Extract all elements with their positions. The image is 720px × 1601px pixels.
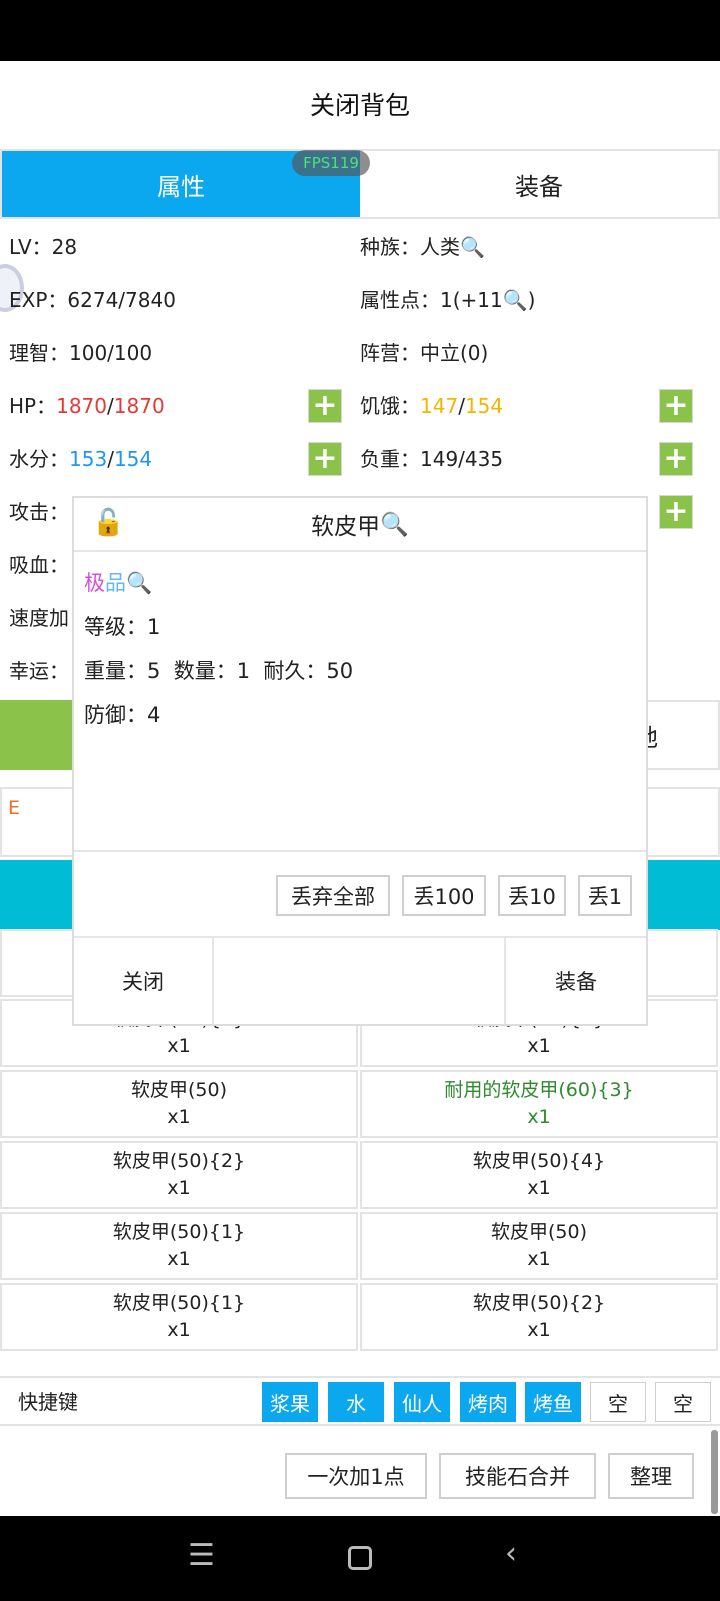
exp-stat: EXP：6274/7840 — [9, 288, 176, 312]
scrollbar[interactable] — [711, 1430, 718, 1514]
drop-100-button[interactable]: 丢100 — [402, 875, 486, 916]
item-cell[interactable]: 软皮甲(50) x1 — [360, 1212, 718, 1280]
skill-stone-merge-button[interactable]: 技能石合并 — [439, 1453, 596, 1499]
item-cell[interactable]: 软皮甲(50){4} x1 — [360, 1141, 718, 1209]
quick-slot-cactus[interactable]: 仙人 — [394, 1382, 450, 1422]
sanity-stat: 理智：100/100 — [9, 341, 153, 365]
water-plus-button[interactable]: + — [308, 442, 342, 476]
quick-slot-berry[interactable]: 浆果 — [262, 1382, 318, 1422]
search-icon[interactable]: 🔍 — [126, 571, 152, 595]
search-icon[interactable]: 🔍 — [460, 235, 485, 259]
water-stat: 水分：153/154 — [9, 447, 153, 471]
close-bag-title[interactable]: 关闭背包 — [0, 61, 720, 147]
close-button[interactable]: 关闭 — [74, 938, 214, 1024]
defense-line: 防御：4 — [84, 703, 161, 727]
fps-badge: FPS119 — [292, 150, 370, 176]
quickbar-label: 快捷键 — [18, 1390, 78, 1414]
hp-plus-button[interactable]: + — [308, 389, 342, 423]
speed-label: 速度加 — [9, 606, 69, 630]
item-cell[interactable]: 软皮甲(50){1}x1 — [0, 1212, 358, 1280]
lifesteal-label: 吸血： — [9, 553, 69, 577]
lv-stat: LV：28 — [9, 235, 78, 259]
hunger-plus-button[interactable]: + — [659, 389, 693, 423]
weight-line: 重量：5 数量：1 耐久：50 — [84, 659, 354, 683]
load-plus-button[interactable]: + — [659, 442, 693, 476]
drop-1-button[interactable]: 丢1 — [578, 875, 632, 916]
add-one-point-button[interactable]: 一次加1点 — [285, 1453, 427, 1499]
item-dialog: 软皮甲 🔍 🔓 极品🔍 等级：1 重量：5 数量：1 耐久：50 防御：4 丢弃全… — [72, 496, 648, 1026]
quick-slot-meat[interactable]: 烤肉 — [460, 1382, 516, 1422]
attribute-points-stat: 属性点：1(+11🔍) — [360, 288, 536, 312]
hp-stat: HP：1870/1870 — [9, 394, 165, 418]
sort-button[interactable]: 整理 — [608, 1453, 694, 1499]
equip-button[interactable]: 装备 — [504, 938, 646, 1024]
status-bar — [0, 0, 720, 61]
unlock-icon[interactable]: 🔓 — [92, 508, 124, 538]
hunger-stat: 饥饿：147/154 — [360, 394, 504, 418]
quick-slot-empty[interactable]: 空 — [655, 1382, 711, 1422]
item-cell[interactable]: 软皮甲(50) x1 — [0, 1070, 358, 1138]
level-line: 等级：1 — [84, 615, 161, 639]
luck-label: 幸运： — [9, 659, 69, 683]
attack-label: 攻击： — [9, 500, 69, 524]
item-cell[interactable]: 耐用的软皮甲(60){3} x1 — [360, 1070, 718, 1138]
camp-stat: 阵营：中立(0) — [360, 341, 489, 365]
search-icon[interactable]: 🔍 — [380, 511, 409, 538]
back-icon[interactable]: ‹ — [505, 1536, 517, 1571]
quick-slot-fish[interactable]: 烤鱼 — [525, 1382, 581, 1422]
attack-plus-button[interactable]: + — [659, 495, 693, 529]
search-icon[interactable]: 🔍 — [503, 288, 528, 312]
menu-icon[interactable]: ☰ — [188, 1538, 215, 1573]
quick-slot-empty[interactable]: 空 — [590, 1382, 646, 1422]
item-cell[interactable]: 软皮甲(50){2} x1 — [0, 1141, 358, 1209]
load-stat: 负重：149/435 — [360, 447, 504, 471]
drop-all-button[interactable]: 丢弃全部 — [276, 875, 390, 916]
divider — [74, 850, 646, 852]
item-cell[interactable]: 软皮甲(50){1}x1 — [0, 1283, 358, 1351]
drop-10-button[interactable]: 丢10 — [498, 875, 566, 916]
item-cell[interactable]: 软皮甲(50){2} x1 — [360, 1283, 718, 1351]
quality-label: 极品🔍 — [84, 571, 153, 595]
race-stat: 种族：人类🔍 — [360, 235, 485, 259]
dialog-header: 软皮甲 🔍 — [74, 498, 646, 552]
home-icon[interactable] — [348, 1546, 372, 1570]
quick-slot-water[interactable]: 水 — [328, 1382, 384, 1422]
tab-equipment[interactable]: 装备 — [360, 151, 718, 217]
e-label: E — [8, 797, 21, 819]
dialog-title: 软皮甲 — [311, 514, 381, 540]
